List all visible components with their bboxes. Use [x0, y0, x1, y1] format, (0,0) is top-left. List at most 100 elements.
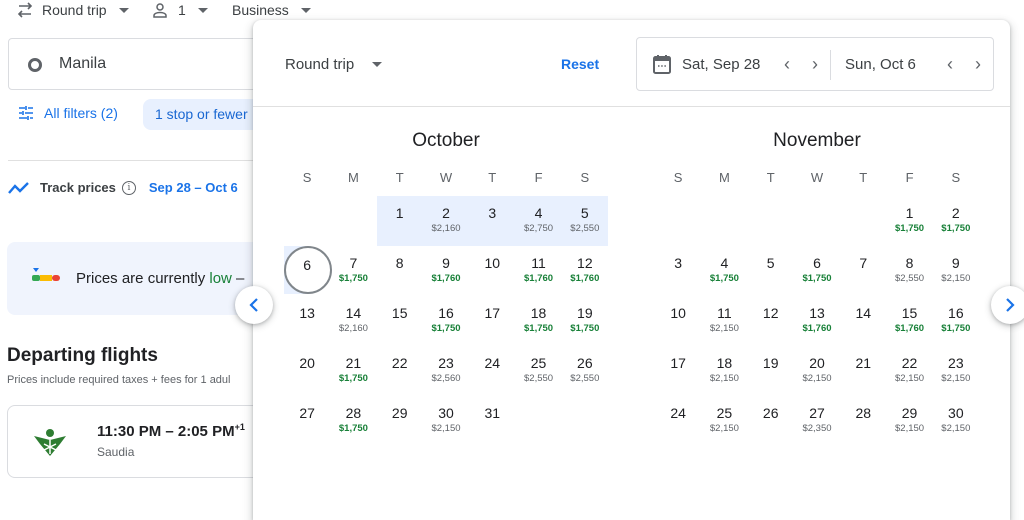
calendar-day[interactable]: 15 — [377, 296, 423, 346]
calendar-day[interactable]: 21 $1,750 — [330, 346, 376, 396]
day-price: $1,750 — [802, 273, 832, 284]
origin-input[interactable]: Manila — [8, 38, 268, 90]
date-range-field: Sat, Sep 28 ‹ › Sun, Oct 6 ‹ › — [636, 37, 994, 91]
calendar-day[interactable]: 18 $1,750 — [515, 296, 561, 346]
empty-day — [701, 196, 747, 246]
info-icon[interactable]: i — [121, 180, 136, 195]
calendar-day[interactable]: 21 — [840, 346, 886, 396]
calendar-day[interactable]: 25 $2,550 — [515, 346, 561, 396]
calendar-day[interactable]: 13 $1,760 — [794, 296, 840, 346]
calendar-day[interactable]: 27 $2,350 — [794, 396, 840, 446]
calendar-day[interactable]: 20 $2,150 — [794, 346, 840, 396]
day-number: 15 — [391, 305, 408, 321]
calendar-day[interactable]: 8 — [377, 246, 423, 296]
calendar-day[interactable]: 16 $1,750 — [933, 296, 979, 346]
calendar-day[interactable]: 2 $1,750 — [933, 196, 979, 246]
calendar-day[interactable]: 18 $2,150 — [701, 346, 747, 396]
calendar-day[interactable]: 4 $1,750 — [701, 246, 747, 296]
calendar-day-in-range[interactable]: 4 $2,750 — [515, 196, 562, 246]
calendar-day[interactable]: 29 $2,150 — [886, 396, 932, 446]
cabin-select[interactable]: Business — [232, 2, 311, 18]
depart-next-day-button[interactable]: › — [805, 52, 825, 76]
calendar-day[interactable]: 17 — [469, 296, 515, 346]
return-date-input[interactable]: Sun, Oct 6 — [845, 56, 916, 73]
calendar-day[interactable]: 26 — [748, 396, 794, 446]
calendar-day[interactable]: 23 $2,560 — [423, 346, 469, 396]
calendar-day[interactable]: 7 — [840, 246, 886, 296]
calendar-day[interactable]: 23 $2,150 — [933, 346, 979, 396]
day-number: 8 — [905, 255, 914, 271]
calendar-day[interactable]: 11 $1,760 — [515, 246, 561, 296]
return-prev-day-button[interactable]: ‹ — [940, 52, 960, 76]
day-number: 26 — [577, 355, 593, 371]
calendar-day[interactable]: 7 $1,750 — [330, 246, 376, 296]
calendar-day-in-range[interactable]: 3 — [469, 196, 516, 246]
depart-prev-day-button[interactable]: ‹ — [777, 52, 797, 76]
day-number: 7 — [859, 255, 868, 271]
calendar-day[interactable]: 27 — [284, 396, 330, 446]
day-number: 21 — [855, 355, 872, 371]
empty-day — [748, 196, 794, 246]
calendar-day[interactable]: 9 $1,760 — [423, 246, 469, 296]
calendar-day[interactable]: 28 — [840, 396, 886, 446]
calendar-day[interactable]: 24 — [469, 346, 515, 396]
previous-month-button[interactable] — [235, 286, 273, 324]
calendar-day[interactable]: 1 $1,750 — [886, 196, 932, 246]
calendar-day[interactable]: 24 — [655, 396, 701, 446]
day-price: $2,350 — [802, 423, 832, 434]
next-month-button[interactable] — [991, 286, 1024, 324]
calendar-day[interactable]: 28 $1,750 — [330, 396, 376, 446]
day-number: 12 — [577, 255, 593, 271]
calendar-day[interactable]: 14 — [840, 296, 886, 346]
calendar-day-selected-return[interactable]: 6 — [284, 246, 332, 296]
calendar-week: 3 4 $1,750 5 6 $1,750 7 8 $2,550 9 $2,150 — [655, 246, 979, 296]
flight-result-card[interactable]: 11:30 PM – 2:05 PM+1 Saudia — [7, 405, 277, 478]
calendar-day[interactable]: 17 — [655, 346, 701, 396]
day-price: $2,550 — [570, 223, 600, 234]
calendar-day-in-range[interactable]: 1 — [376, 196, 423, 246]
dialog-trip-type-select[interactable]: Round trip — [285, 56, 383, 73]
trip-type-select[interactable]: Round trip — [16, 2, 129, 18]
calendar-day[interactable]: 14 $2,160 — [330, 296, 376, 346]
calendar-day[interactable]: 22 — [377, 346, 423, 396]
calendar-day[interactable]: 10 — [469, 246, 515, 296]
track-dates-link[interactable]: Sep 28 – Oct 6 — [149, 180, 238, 195]
calendar-day[interactable]: 30 $2,150 — [423, 396, 469, 446]
calendar-day[interactable]: 6 $1,750 — [794, 246, 840, 296]
calendar-day[interactable]: 31 — [469, 396, 515, 446]
calendar-day[interactable]: 26 $2,550 — [562, 346, 608, 396]
calendar-day[interactable]: 11 $2,150 — [701, 296, 747, 346]
calendar-day[interactable]: 16 $1,750 — [423, 296, 469, 346]
calendar-day[interactable]: 5 — [748, 246, 794, 296]
day-number: 26 — [762, 405, 779, 421]
calendar-day[interactable]: 9 $2,150 — [933, 246, 979, 296]
calendar-day-in-range[interactable]: 2 $2,160 — [422, 196, 470, 246]
all-filters-button[interactable]: All filters (2) — [18, 105, 118, 121]
calendar-day[interactable]: 20 — [284, 346, 330, 396]
reset-button[interactable]: Reset — [561, 56, 599, 72]
calendar-day[interactable]: 15 $1,760 — [886, 296, 932, 346]
calendar-day[interactable]: 29 — [377, 396, 423, 446]
depart-date-input[interactable]: Sat, Sep 28 — [682, 56, 760, 73]
calendar-day-in-range[interactable]: 5 $2,550 — [561, 196, 608, 246]
weekday-label: T — [488, 170, 497, 185]
day-price: $2,150 — [895, 373, 925, 384]
return-next-day-button[interactable]: › — [968, 52, 988, 76]
weekday-label: S — [580, 170, 590, 185]
calendar-day[interactable]: 25 $2,150 — [701, 396, 747, 446]
calendar-day[interactable]: 19 $1,750 — [562, 296, 608, 346]
calendar-day[interactable]: 3 — [655, 246, 701, 296]
calendar-day[interactable]: 12 — [748, 296, 794, 346]
day-number: 28 — [855, 405, 872, 421]
calendar-day[interactable]: 19 — [748, 346, 794, 396]
day-number: 9 — [951, 255, 960, 271]
passengers-select[interactable]: 1 — [152, 2, 208, 18]
calendar-day[interactable]: 12 $1,760 — [562, 246, 608, 296]
calendar-day[interactable]: 30 $2,150 — [933, 396, 979, 446]
calendar-day[interactable]: 13 — [284, 296, 330, 346]
section-subtitle: Prices include required taxes + fees for… — [7, 374, 231, 386]
calendar-day[interactable]: 22 $2,150 — [886, 346, 932, 396]
calendar-day[interactable]: 8 $2,550 — [886, 246, 932, 296]
calendar-day[interactable]: 10 — [655, 296, 701, 346]
day-number: 3 — [488, 205, 497, 221]
